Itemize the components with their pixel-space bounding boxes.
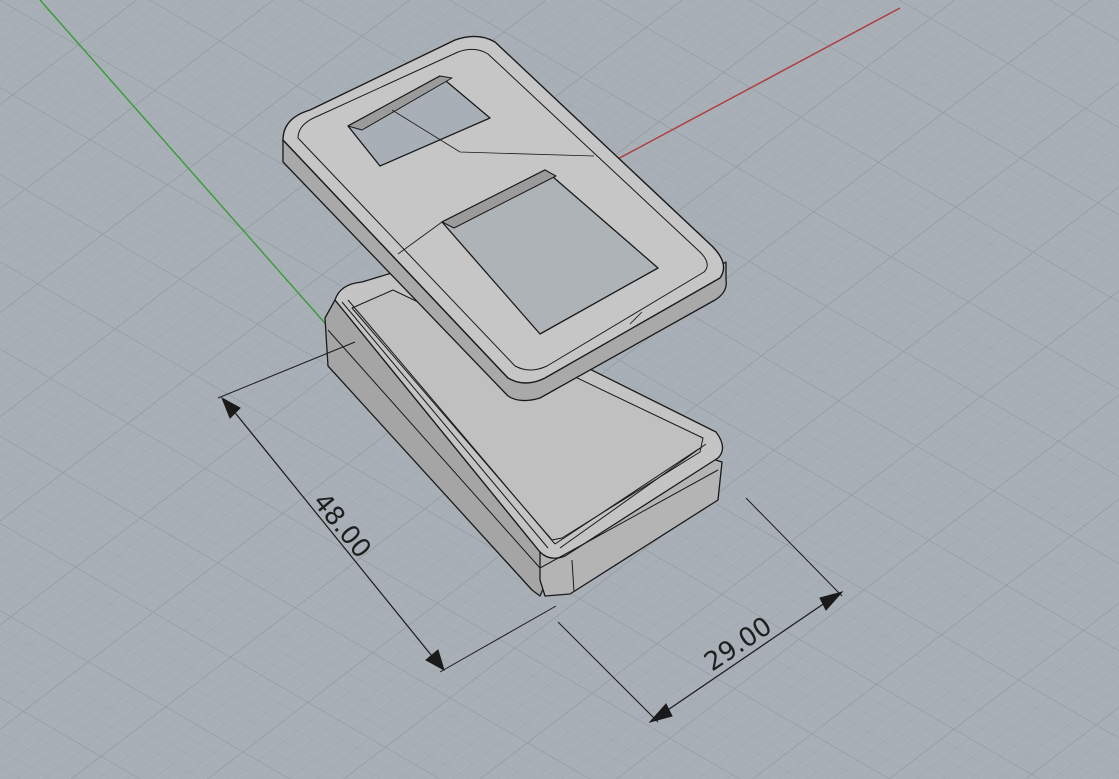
3d-viewport[interactable]: 48.00 29.00 bbox=[0, 0, 1119, 779]
viewport-canvas[interactable]: 48.00 29.00 bbox=[0, 0, 1119, 779]
